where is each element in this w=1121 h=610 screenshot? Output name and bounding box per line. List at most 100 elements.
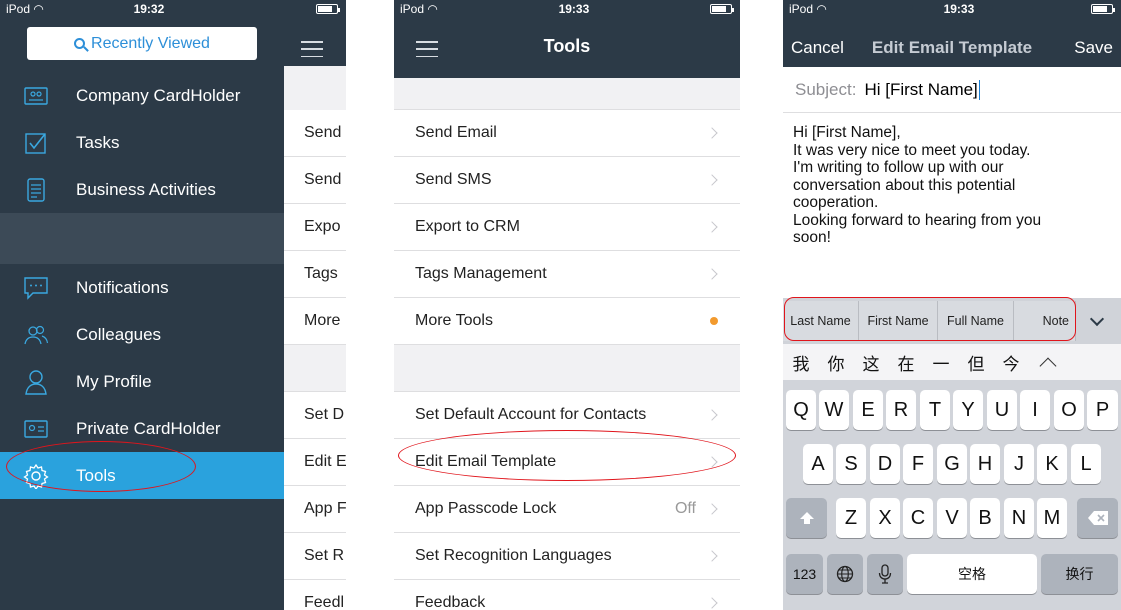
shift-key[interactable] <box>786 498 827 538</box>
recently-viewed-button[interactable]: Recently Viewed <box>27 27 257 60</box>
search-icon <box>74 38 86 49</box>
key-j[interactable]: J <box>1004 444 1034 484</box>
row-label: Send Email <box>415 124 497 141</box>
key-y[interactable]: Y <box>953 390 983 430</box>
peek-row[interactable]: Edit E <box>284 439 346 486</box>
key-n[interactable]: N <box>1004 498 1034 538</box>
key-t[interactable]: T <box>920 390 950 430</box>
microphone-key[interactable] <box>867 554 903 594</box>
cancel-button[interactable]: Cancel <box>791 38 844 58</box>
row-feedback[interactable]: Feedback <box>394 580 740 610</box>
key-c[interactable]: C <box>903 498 933 538</box>
key-h[interactable]: H <box>970 444 1000 484</box>
key-g[interactable]: G <box>937 444 967 484</box>
row-label: App Passcode Lock <box>415 500 557 517</box>
chevron-up-icon[interactable] <box>1039 357 1057 375</box>
row-app-passcode-lock[interactable]: App Passcode Lock Off <box>394 486 740 533</box>
candidate[interactable]: 这 <box>854 350 888 375</box>
nav-item-business-activities[interactable]: Business Activities <box>0 166 284 213</box>
key-f[interactable]: F <box>903 444 933 484</box>
hamburger-menu-icon[interactable] <box>301 41 323 57</box>
candidate[interactable]: 但 <box>959 350 993 375</box>
email-body-textarea[interactable]: Hi [First Name], It was very nice to mee… <box>783 113 1121 296</box>
nav-item-label: Tasks <box>76 132 120 152</box>
key-i[interactable]: I <box>1020 390 1050 430</box>
row-value: Off <box>674 500 696 517</box>
return-key[interactable]: 换行 <box>1041 554 1118 594</box>
key-p[interactable]: P <box>1087 390 1118 430</box>
nav-item-private-cardholder[interactable]: Private CardHolder <box>0 405 284 452</box>
key-u[interactable]: U <box>987 390 1017 430</box>
peek-row[interactable]: Send <box>284 157 346 204</box>
id-card-icon <box>23 417 49 441</box>
nav-item-company-cardholder[interactable]: Company CardHolder <box>0 72 284 119</box>
key-v[interactable]: V <box>937 498 967 538</box>
key-e[interactable]: E <box>853 390 883 430</box>
nav-item-tools[interactable]: Tools <box>0 452 284 499</box>
screen-edit-email-template: iPod ◠ 19:33 Edit Email Template Cancel … <box>783 0 1121 610</box>
row-export-crm[interactable]: Export to CRM <box>394 204 740 251</box>
row-send-sms[interactable]: Send SMS <box>394 157 740 204</box>
key-l[interactable]: L <box>1071 444 1101 484</box>
key-o[interactable]: O <box>1054 390 1084 430</box>
key-a[interactable]: A <box>803 444 833 484</box>
nav-item-label: Company CardHolder <box>76 85 241 105</box>
clock: 19:33 <box>943 2 975 16</box>
nav-item-my-profile[interactable]: My Profile <box>0 358 284 405</box>
person-icon <box>23 369 49 395</box>
peek-row[interactable]: Set R <box>284 533 346 580</box>
dismiss-keyboard-button[interactable] <box>1076 301 1118 341</box>
chevron-right-icon <box>706 174 718 186</box>
peek-row[interactable]: Expo <box>284 204 346 251</box>
checkbox-icon <box>23 131 49 155</box>
candidate-bar: 我 你 这 在 一 但 今 <box>783 344 1121 380</box>
candidate[interactable]: 一 <box>924 350 958 375</box>
candidate[interactable]: 在 <box>889 350 923 375</box>
row-recognition-languages[interactable]: Set Recognition Languages <box>394 533 740 580</box>
globe-key[interactable] <box>827 554 863 594</box>
key-z[interactable]: Z <box>836 498 866 538</box>
key-w[interactable]: W <box>819 390 849 430</box>
tools-list-peek: Send Send Expo Tags More Set D Edit E Ap… <box>284 0 346 610</box>
key-x[interactable]: X <box>870 498 900 538</box>
nav-item-tasks[interactable]: Tasks <box>0 119 284 166</box>
row-label: Set Default Account for Contacts <box>415 406 647 423</box>
battery-icon <box>1091 4 1115 14</box>
nav-item-colleagues[interactable]: Colleagues <box>0 311 284 358</box>
peek-row[interactable]: Send <box>284 110 346 157</box>
row-edit-email-template[interactable]: Edit Email Template <box>394 439 740 486</box>
peek-row[interactable]: Tags <box>284 251 346 298</box>
keyboard: Q W E R T Y U I O P A S D F G H J K L Z … <box>783 380 1121 610</box>
key-k[interactable]: K <box>1037 444 1067 484</box>
key-b[interactable]: B <box>970 498 1000 538</box>
annotation-rounded-rect <box>784 297 1076 341</box>
nav-item-notifications[interactable]: Notifications <box>0 264 284 311</box>
clock: 19:32 <box>133 2 165 16</box>
space-key[interactable]: 空格 <box>907 554 1037 594</box>
save-button[interactable]: Save <box>1074 38 1113 58</box>
peek-row[interactable]: Set D <box>284 392 346 439</box>
key-q[interactable]: Q <box>786 390 816 430</box>
row-send-email[interactable]: Send Email <box>394 110 740 157</box>
chevron-right-icon <box>706 550 718 562</box>
candidate[interactable]: 今 <box>994 350 1028 375</box>
subject-field[interactable]: Subject: Hi [First Name] <box>783 67 1121 113</box>
key-s[interactable]: S <box>836 444 866 484</box>
key-m[interactable]: M <box>1037 498 1067 538</box>
peek-row[interactable]: App F <box>284 486 346 533</box>
peek-row[interactable]: Feedl <box>284 580 346 610</box>
subject-value[interactable]: Hi [First Name] <box>864 80 977 100</box>
key-r[interactable]: R <box>886 390 916 430</box>
key-d[interactable]: D <box>870 444 900 484</box>
row-tags-management[interactable]: Tags Management <box>394 251 740 298</box>
chevron-right-icon <box>706 456 718 468</box>
peek-row[interactable]: More <box>284 298 346 345</box>
candidate[interactable]: 我 <box>784 350 818 375</box>
candidate[interactable]: 你 <box>819 350 853 375</box>
delete-key[interactable] <box>1077 498 1118 538</box>
peek-header <box>284 0 346 66</box>
numbers-key[interactable]: 123 <box>786 554 823 594</box>
row-more-tools[interactable]: More Tools <box>394 298 740 345</box>
nav-item-label: My Profile <box>76 371 152 391</box>
row-set-default-account[interactable]: Set Default Account for Contacts <box>394 392 740 439</box>
